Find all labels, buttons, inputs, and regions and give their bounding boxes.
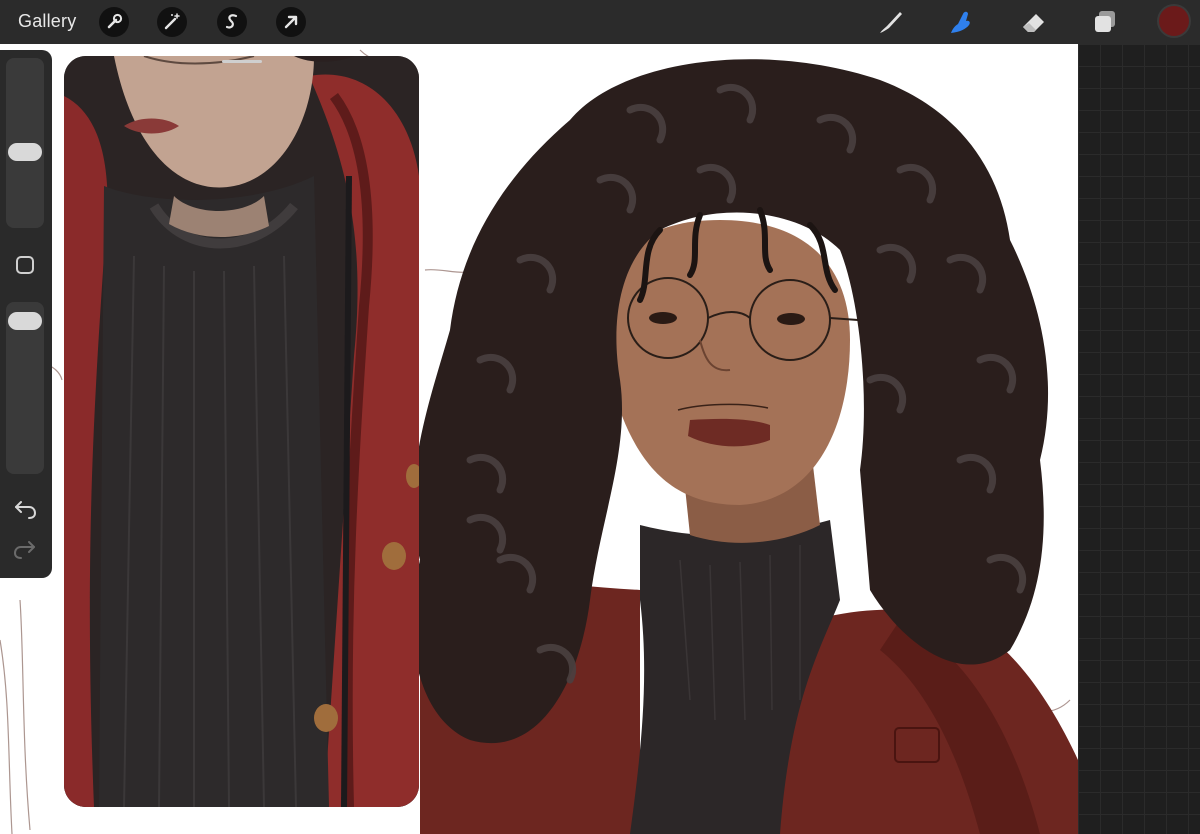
arrow-cursor-icon [284, 15, 298, 29]
brush-size-slider[interactable] [6, 58, 44, 228]
undo-arrow-icon[interactable] [12, 498, 38, 520]
eraser-icon[interactable] [1018, 6, 1050, 38]
transform-button[interactable] [276, 7, 306, 37]
reference-window-drag-handle[interactable] [222, 60, 262, 63]
color-picker-button[interactable] [1159, 6, 1189, 36]
brush-size-slider-thumb[interactable] [8, 143, 42, 162]
gallery-button[interactable]: Gallery [18, 11, 76, 32]
top-toolbar: Gallery [0, 0, 1200, 44]
selection-s-icon [225, 14, 238, 29]
square-modify-icon[interactable] [16, 256, 34, 274]
reference-window[interactable] [64, 56, 419, 807]
reference-photo [64, 56, 419, 807]
workspace-background-grid [1078, 44, 1200, 834]
redo-arrow-icon[interactable] [12, 538, 38, 560]
brush-icon[interactable] [874, 6, 906, 38]
actions-button[interactable] [99, 7, 129, 37]
wrench-icon [107, 13, 123, 29]
layers-icon[interactable] [1089, 6, 1121, 38]
left-sidebar [0, 50, 52, 578]
adjustments-button[interactable] [157, 7, 187, 37]
magic-wand-icon [164, 13, 180, 30]
opacity-slider[interactable] [6, 302, 44, 474]
smudge-finger-icon[interactable] [944, 6, 976, 38]
opacity-slider-thumb[interactable] [8, 311, 42, 330]
selection-button[interactable] [217, 7, 247, 37]
